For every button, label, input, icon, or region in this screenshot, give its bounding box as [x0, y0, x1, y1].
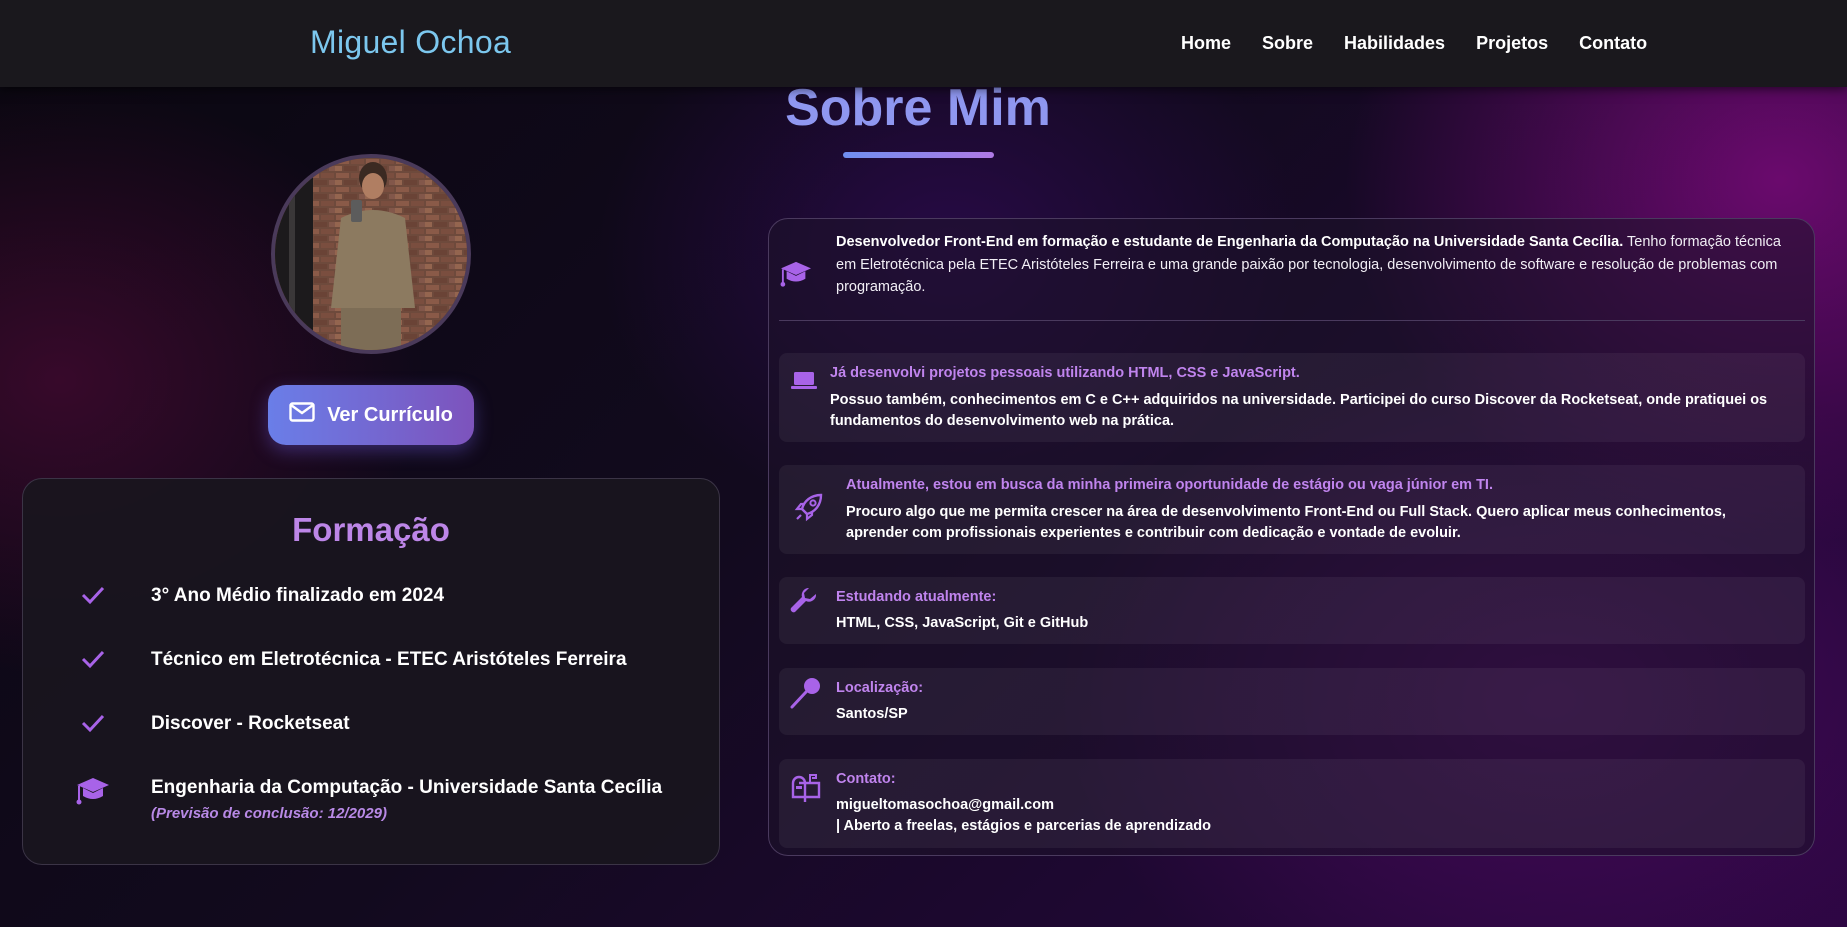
check-icon: [71, 647, 115, 675]
about-intro-bold: Desenvolvedor Front-End em formação e es…: [836, 234, 1624, 250]
about-card: Desenvolvedor Front-End em formação e es…: [768, 218, 1815, 856]
nav-sobre[interactable]: Sobre: [1262, 33, 1313, 54]
education-text: 3° Ano Médio finalizado em 2024: [151, 585, 445, 606]
education-text: Engenharia da Computação - Universidade …: [151, 777, 663, 798]
nav-contato[interactable]: Contato: [1579, 33, 1647, 54]
info-box-location: Localização: Santos/SP: [779, 668, 1805, 735]
education-note: (Previsão de conclusão: 12/2029): [151, 805, 387, 822]
graduation-cap-icon: [779, 259, 813, 294]
about-divider: [779, 320, 1805, 321]
info-heading: Já desenvolvi projetos pessoais utilizan…: [830, 365, 1300, 381]
view-resume-label: Ver Currículo: [327, 403, 453, 426]
check-icon: [71, 583, 115, 611]
view-resume-button[interactable]: Ver Currículo: [268, 385, 474, 445]
education-text: Discover - Rocketseat: [151, 713, 350, 734]
info-box-job-search: Atualmente, estou em busca da minha prim…: [779, 465, 1805, 554]
education-item: Discover - Rocketseat: [71, 713, 350, 739]
info-box-contact: Contato: migueltomasochoa@gmail.com | Ab…: [779, 759, 1805, 848]
info-box-studying: Estudando atualmente: HTML, CSS, JavaScr…: [779, 577, 1805, 644]
education-title: Formação: [292, 511, 450, 548]
contact-availability: | Aberto a freelas, estágios e parcerias…: [836, 818, 1212, 834]
info-heading: Localização:: [836, 680, 924, 696]
mailbox-icon: [790, 771, 822, 803]
laptop-icon: [789, 367, 821, 399]
education-item: Técnico em Eletrotécnica - ETEC Aristóte…: [71, 649, 627, 675]
graduation-cap-icon: [71, 775, 115, 805]
education-item: Engenharia da Computação - Universidade …: [71, 777, 662, 822]
info-box-projects: Já desenvolvi projetos pessoais utilizan…: [779, 353, 1805, 442]
info-body: Possuo também, conhecimentos em C e C++ …: [830, 392, 1768, 429]
nav-habilidades[interactable]: Habilidades: [1344, 33, 1445, 54]
map-pin-icon: [789, 676, 821, 709]
contact-email[interactable]: migueltomasochoa@gmail.com: [836, 795, 1736, 816]
check-icon: [71, 711, 115, 739]
info-heading: Estudando atualmente:: [836, 589, 997, 605]
info-body: HTML, CSS, JavaScript, Git e GitHub: [836, 615, 1089, 631]
section-title: Sobre Mim: [785, 79, 1051, 137]
main-nav: Home Sobre Habilidades Projetos Contato: [1181, 33, 1678, 54]
rocket-icon: [793, 491, 825, 523]
wrench-icon: [789, 587, 821, 619]
mail-icon: [289, 402, 315, 428]
info-body: Procuro algo que me permita crescer na á…: [846, 504, 1726, 541]
profile-photo: [271, 154, 471, 354]
title-underline: [843, 152, 994, 158]
education-text: Técnico em Eletrotécnica - ETEC Aristóte…: [151, 649, 627, 670]
brand-logo[interactable]: Miguel Ochoa: [310, 24, 511, 61]
nav-projetos[interactable]: Projetos: [1476, 33, 1548, 54]
info-heading: Atualmente, estou em busca da minha prim…: [846, 477, 1493, 493]
about-intro-text: Desenvolvedor Front-End em formação e es…: [836, 231, 1804, 299]
site-header: Miguel Ochoa Home Sobre Habilidades Proj…: [0, 0, 1847, 87]
education-card: Formação 3° Ano Médio finalizado em 2024…: [22, 478, 720, 865]
about-intro: Desenvolvedor Front-End em formação e es…: [779, 231, 1803, 309]
nav-home[interactable]: Home: [1181, 33, 1231, 54]
info-heading: Contato:: [836, 771, 896, 787]
education-item: 3° Ano Médio finalizado em 2024: [71, 585, 444, 611]
info-body: Santos/SP: [836, 706, 908, 722]
